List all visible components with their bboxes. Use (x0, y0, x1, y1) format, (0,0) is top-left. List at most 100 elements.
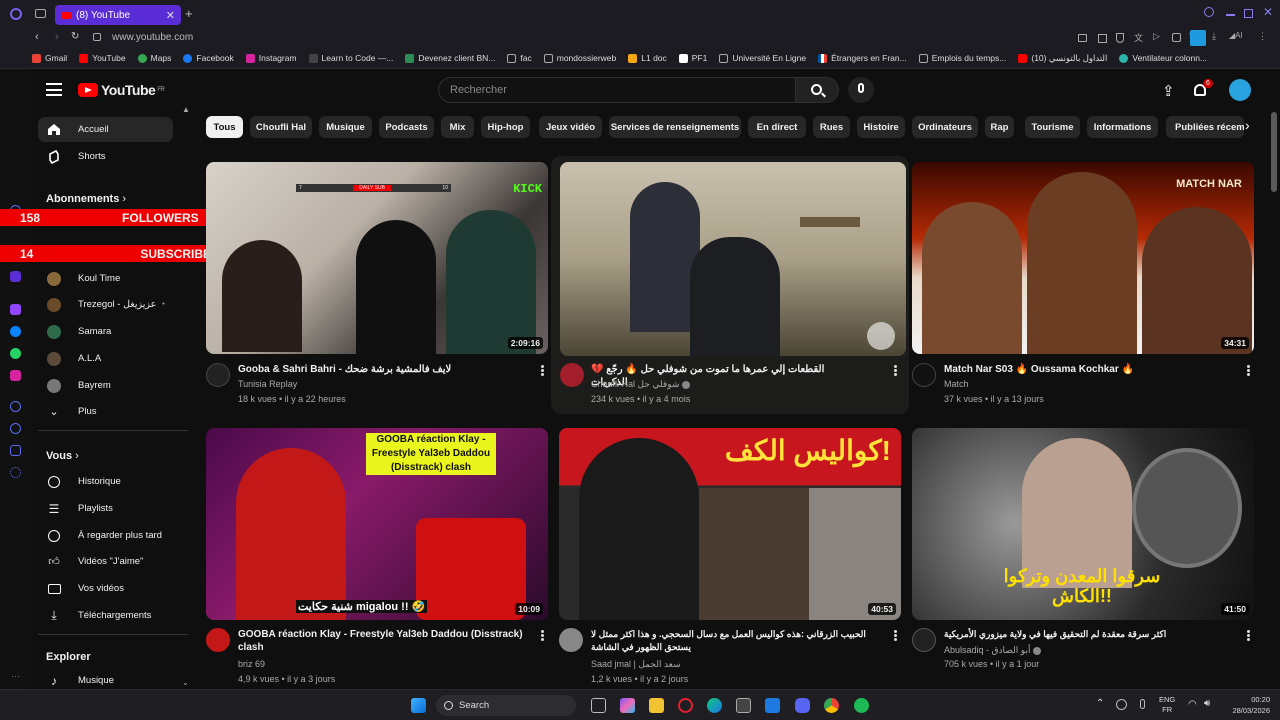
video-menu-icon[interactable] (1247, 365, 1250, 376)
filter-chip[interactable]: Podcasts (379, 116, 434, 138)
video-thumbnail-6[interactable]: سرقوا المعدن وتركوا الكاش!! 41:50 (912, 428, 1254, 620)
channel-avatar[interactable] (912, 628, 936, 652)
ai-icon[interactable]: ◢AI (1229, 31, 1243, 40)
chrome-icon[interactable] (824, 698, 839, 713)
hamburger-menu-icon[interactable] (46, 83, 62, 96)
wifi-icon[interactable]: ◠ (1188, 699, 1197, 710)
mic-tray-icon[interactable] (1140, 699, 1145, 709)
you-heading[interactable]: Vous › (46, 450, 79, 462)
filter-chip[interactable]: Tourisme (1025, 116, 1080, 138)
bookmark-maps[interactable]: Maps (137, 53, 171, 63)
sidebar-item-your-videos[interactable]: Vos vidéos (38, 576, 173, 601)
sidebar-item-watch-later[interactable]: À regarder plus tard (38, 523, 173, 548)
channel-avatar[interactable] (206, 628, 230, 652)
spotify-icon[interactable] (854, 698, 869, 713)
bookmark-instagram[interactable]: Instagram (245, 53, 297, 63)
video-title-3[interactable]: Match Nar S03 🔥 Oussama Kochkar 🔥 (944, 363, 1234, 376)
filter-chip[interactable]: Services de renseignements (609, 116, 741, 138)
account-avatar[interactable] (1229, 79, 1251, 101)
channel-name-5[interactable]: Saad jmal | سعد الجمل (591, 657, 681, 672)
video-menu-icon[interactable] (1247, 630, 1250, 641)
channel-avatar[interactable] (560, 363, 584, 387)
sidebar-more-button[interactable]: ⌄ Plus (38, 399, 173, 424)
messenger-icon[interactable] (10, 326, 21, 337)
channel-name-1[interactable]: Tunisia Replay (238, 377, 297, 392)
wallet-icon[interactable] (1172, 33, 1181, 42)
filter-chip[interactable]: Mix (441, 116, 474, 138)
snapshot-icon[interactable] (1098, 34, 1107, 43)
video-title-4[interactable]: GOOBA réaction Klay - Freestyle Yal3eb D… (238, 628, 528, 654)
whatsapp-icon[interactable] (10, 348, 21, 359)
bookmark-tadawul[interactable]: التداول بالتونسي (10) (1018, 53, 1107, 64)
channel-name-4[interactable]: briz 69 (238, 657, 265, 672)
bookmark-etrangers[interactable]: Étrangers en Fran... (818, 53, 907, 63)
bookmark-pf1[interactable]: PF1 (678, 53, 707, 63)
channel-name-6[interactable]: Abulsadiq - أبو الصادق (944, 643, 1041, 658)
tray-chevron-icon[interactable]: ⌃ (1096, 698, 1104, 709)
twitch-icon[interactable] (10, 304, 21, 315)
filter-chip[interactable]: Rap (985, 116, 1014, 138)
minimize-icon[interactable] (1226, 14, 1235, 16)
filter-chip[interactable]: Choufli Hal (250, 116, 312, 138)
video-thumbnail-2[interactable] (560, 162, 906, 356)
copilot-icon[interactable] (620, 698, 635, 713)
sidebar-scroll-down-icon[interactable]: ⌄ (182, 678, 189, 687)
clock[interactable]: 00:20 28/03/2026 (1224, 694, 1270, 716)
video-thumbnail-3[interactable]: MATCH NAR 34:31 (912, 162, 1254, 354)
camera-icon[interactable] (1078, 34, 1087, 42)
channel-name-3[interactable]: Match (944, 377, 969, 392)
video-title-1[interactable]: Gooba & Sahri Bahri - لايف فالمشية برشة … (238, 363, 528, 376)
instagram-side-icon[interactable] (10, 370, 21, 381)
video-thumbnail-5[interactable]: كواليس الكف! 40:53 (559, 428, 901, 620)
sidebar-item-liked[interactable]: 👍︎ Vidéos "J'aime" (38, 549, 173, 574)
download-icon[interactable]: ⤓ (1212, 31, 1216, 42)
sidebar-scroll-up-icon[interactable]: ▲ (182, 105, 190, 114)
filter-chip[interactable]: En direct (748, 116, 806, 138)
store-icon[interactable] (736, 698, 751, 713)
filter-chip[interactable]: Ordinateurs (912, 116, 978, 138)
messenger-dark-icon[interactable] (10, 271, 21, 282)
video-menu-icon[interactable] (894, 365, 897, 376)
discord-icon[interactable] (795, 698, 810, 713)
channel-avatar[interactable] (206, 363, 230, 387)
player-icon[interactable]: ▷ (1153, 31, 1160, 42)
voice-search-button[interactable] (848, 77, 874, 103)
opera-taskbar-icon[interactable] (678, 698, 693, 713)
video-title-5[interactable]: الحبيب الزرقاني :هذه كواليس العمل مع دسا… (591, 628, 881, 654)
forward-icon[interactable]: › (55, 31, 59, 43)
language-indicator[interactable]: ENG FR (1159, 695, 1175, 715)
bookmark-youtube[interactable]: YouTube (79, 53, 126, 63)
search-button[interactable] (795, 77, 839, 103)
bookmark-mondossierweb[interactable]: mondossierweb (543, 53, 616, 63)
menu-dots-icon[interactable]: ⋮ (1258, 31, 1267, 42)
filter-chip[interactable]: Rues (813, 116, 850, 138)
network-off-icon[interactable] (1116, 699, 1127, 710)
edge-icon[interactable] (707, 698, 722, 713)
close-window-icon[interactable]: ✕ (1263, 5, 1273, 19)
filter-chip[interactable]: Jeux vidéo (539, 116, 602, 138)
youtube-logo[interactable]: YouTube FR (78, 82, 165, 98)
search-input[interactable]: Rechercher (438, 77, 796, 103)
bookmark-gmail[interactable]: Gmail (32, 53, 67, 63)
extensions-side-icon[interactable] (10, 445, 21, 456)
task-view-icon[interactable] (591, 698, 606, 713)
maximize-icon[interactable] (1244, 9, 1253, 18)
volume-icon[interactable]: 🔊︎ (1204, 698, 1210, 709)
filter-chip[interactable]: Musique (319, 116, 372, 138)
filter-chip[interactable]: Publiées récem (1166, 116, 1244, 138)
filter-chip[interactable]: Tous (206, 116, 243, 138)
video-menu-icon[interactable] (894, 630, 897, 641)
video-thumbnail-4[interactable]: GOOBA réaction Klay - Freestyle Yal3eb D… (206, 428, 548, 620)
opera-logo-icon[interactable] (10, 8, 22, 20)
sidebar-item-playlists[interactable]: ☰ Playlists (38, 496, 173, 521)
bookmark-facebook[interactable]: Facebook (183, 53, 234, 63)
sidebar-sub-samara[interactable]: Samara (38, 319, 173, 344)
new-tab-icon[interactable]: + (185, 6, 193, 21)
sidebar-item-downloads[interactable]: ⤓ Téléchargements (38, 603, 173, 628)
notifications-button[interactable]: 6 (1193, 79, 1213, 100)
sidebar-sub-bayrem[interactable]: Bayrem (38, 373, 173, 398)
video-menu-icon[interactable] (541, 630, 544, 641)
video-thumbnail-1[interactable]: KICK 7 DAILY SUB 10 2:09:16 (206, 162, 548, 354)
channel-name-2[interactable]: Choufli Hal شوفلي حل (591, 377, 690, 392)
extension-blue-icon[interactable] (1190, 30, 1206, 46)
